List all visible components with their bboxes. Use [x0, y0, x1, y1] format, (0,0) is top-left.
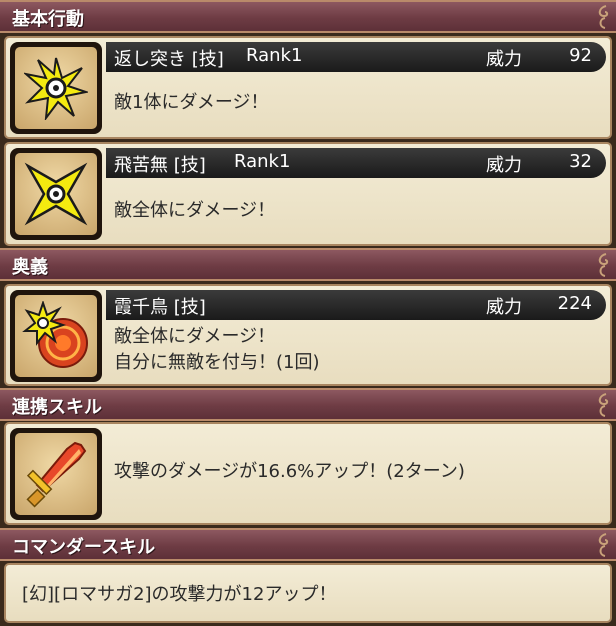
- skill-icon-frame: [10, 42, 102, 134]
- scroll-curl-icon: [598, 5, 609, 29]
- skill-description: 敵全体にダメージ！: [114, 200, 276, 221]
- skill-card[interactable]: 返し突き [技] Rank1 威力 92 敵1体にダメージ！: [4, 36, 612, 139]
- skill-name-bar: 返し突き [技] Rank1 威力 92: [106, 42, 606, 72]
- skill-icon-frame: [10, 428, 102, 520]
- skill-description: 敵全体にダメージ！: [114, 326, 276, 347]
- power-value: 92: [569, 45, 592, 66]
- power-value: 32: [569, 151, 592, 172]
- skill-icon-frame: [10, 290, 102, 382]
- scroll-curl-icon: [598, 393, 609, 417]
- power-value: 224: [557, 293, 592, 314]
- renkei-card[interactable]: 攻撃のダメージが16.6%アップ！(2ターン): [4, 422, 612, 525]
- shuriken-icon: [24, 57, 88, 120]
- skill-icon-frame: [10, 148, 102, 240]
- section-header-renkei: 連携スキル: [0, 388, 616, 421]
- power-label: 威力: [486, 297, 522, 318]
- scroll-curl-icon: [598, 253, 609, 277]
- section-header-commander: コマンダースキル: [0, 528, 616, 561]
- section-header-ougi: 奥義: [0, 248, 616, 281]
- commander-card[interactable]: [幻][ロマサガ2]の攻撃力が12アップ！: [4, 563, 612, 623]
- skill-description: 敵1体にダメージ！: [114, 92, 269, 113]
- scroll-curl-icon: [598, 533, 609, 557]
- section-title: 基本行動: [12, 9, 84, 30]
- skill-description: 自分に無敵を付与！(1回): [114, 352, 320, 373]
- ougi-swirl-icon: [22, 301, 88, 368]
- kunai-icon: [24, 162, 88, 226]
- skill-card[interactable]: 飛苦無 [技] Rank1 威力 32 敵全体にダメージ！: [4, 142, 612, 246]
- skill-name: 飛苦無 [技]: [114, 155, 206, 176]
- commander-description: [幻][ロマサガ2]の攻撃力が12アップ！: [22, 584, 337, 605]
- section-header-basic: 基本行動: [0, 0, 616, 33]
- renkei-description: 攻撃のダメージが16.6%アップ！(2ターン): [114, 461, 465, 482]
- skill-name-bar: 飛苦無 [技] Rank1 威力 32: [106, 148, 606, 178]
- section-title: 連携スキル: [12, 397, 102, 418]
- skill-rank: Rank1: [234, 151, 291, 172]
- section-title: 奥義: [12, 257, 48, 278]
- flame-sword-icon: [26, 441, 87, 508]
- section-title: コマンダースキル: [12, 537, 156, 558]
- power-label: 威力: [486, 49, 522, 70]
- skill-name: 霞千鳥 [技]: [114, 297, 206, 318]
- skill-card[interactable]: 霞千鳥 [技] 威力 224 敵全体にダメージ！ 自分に無敵を付与！(1回): [4, 284, 612, 386]
- skill-rank: Rank1: [246, 45, 303, 66]
- power-label: 威力: [486, 155, 522, 176]
- skill-name-bar: 霞千鳥 [技] 威力 224: [106, 290, 606, 320]
- skill-name: 返し突き [技]: [114, 49, 224, 70]
